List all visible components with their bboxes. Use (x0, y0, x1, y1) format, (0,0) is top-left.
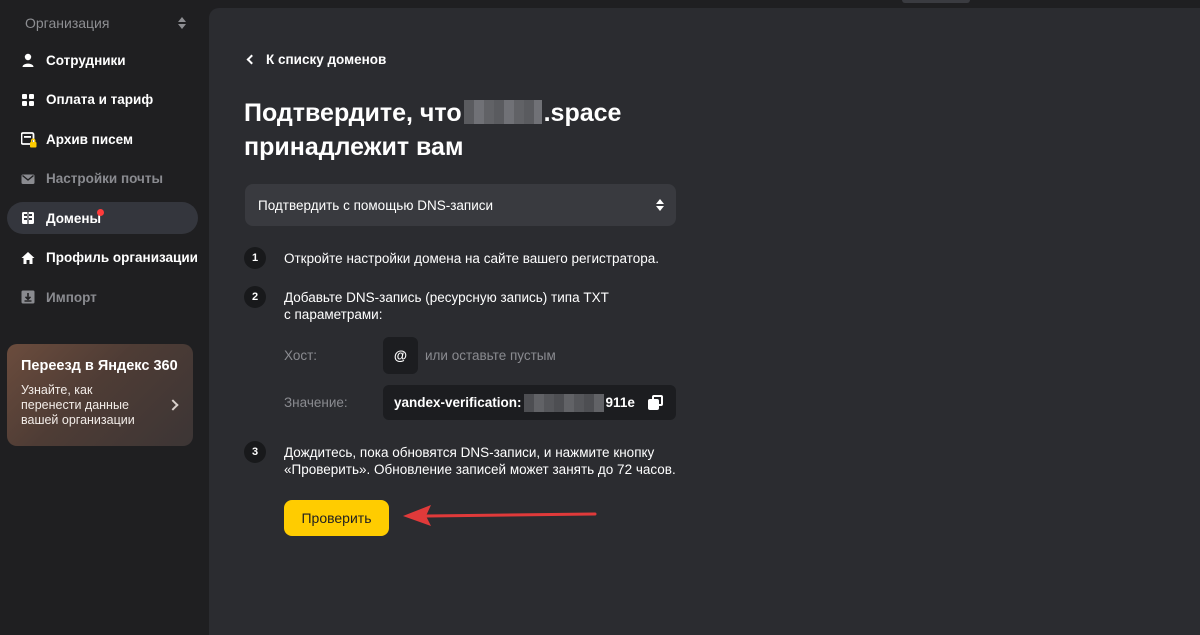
host-value-field[interactable]: @ (383, 337, 418, 374)
redacted-value (523, 393, 604, 412)
promo-title: Переезд в Яндекс 360 (21, 358, 178, 374)
sidebar-nav: Сотрудники Оплата и тариф Архив писем На… (7, 44, 198, 321)
title-part-3: принадлежит вам (244, 133, 464, 161)
sidebar-item-label: Архив писем (46, 131, 133, 147)
step-text: Дождитесь, пока обновятся DNS-записи, и … (284, 445, 655, 460)
top-handle (902, 0, 970, 3)
value-prefix: yandex-verification: (394, 395, 522, 410)
home-icon (21, 251, 35, 265)
main-panel: К списку доменов Подтвердите, что .space п… (209, 8, 1200, 635)
redacted-domain (463, 100, 542, 124)
grid-icon (21, 93, 35, 107)
value-label: Значение: (284, 395, 348, 410)
verification-method-select[interactable]: Подтвердить с помощью DNS-записи (245, 184, 676, 226)
host-hint: или оставьте пустым (425, 348, 556, 363)
sidebar-item-label: Настройки почты (46, 171, 164, 186)
host-label: Хост: (284, 348, 318, 363)
sidebar-item-label: Импорт (46, 289, 97, 305)
step-number: 1 (244, 247, 266, 269)
sort-updown-icon (656, 199, 664, 211)
step-text: «Проверить». Обновление записей может за… (284, 462, 676, 477)
title-part-2: .space (543, 99, 622, 127)
person-icon (21, 53, 35, 67)
sidebar-item-label: Профиль организации (46, 250, 198, 265)
step-text: с параметрами: (284, 307, 383, 322)
step-text: Добавьте DNS-запись (ресурсную запись) т… (284, 290, 609, 305)
sidebar-item-label: Домены (46, 210, 102, 226)
value-suffix: 911e (605, 395, 635, 410)
check-button[interactable]: Проверить (284, 500, 389, 536)
archive-lock-icon (20, 132, 37, 148)
step-number: 3 (244, 441, 266, 463)
chevron-right-icon (167, 399, 179, 411)
import-icon (21, 290, 35, 304)
sidebar-item-archive[interactable]: Архив писем (7, 123, 198, 155)
sidebar-item-import[interactable]: Импорт (7, 281, 198, 313)
promo-text: Узнайте, как перенести данные вашей орга… (21, 383, 135, 427)
sidebar: Организация Сотрудники Оплата и тариф Ар… (0, 0, 208, 635)
sidebar-item-mail-settings[interactable]: Настройки почты (7, 163, 198, 195)
sidebar-item-label: Сотрудники (46, 52, 126, 68)
mail-icon (21, 172, 35, 186)
select-value: Подтвердить с помощью DNS-записи (258, 197, 494, 213)
copy-icon[interactable] (648, 395, 664, 411)
sidebar-item-org-profile[interactable]: Профиль организации (7, 242, 198, 274)
sort-updown-icon (178, 17, 186, 29)
back-label: К списку доменов (266, 52, 387, 67)
page-title: Подтвердите, что .space принадлежит вам (244, 96, 664, 164)
domains-icon (21, 211, 35, 225)
title-part-1: Подтвердите, что (244, 99, 462, 127)
migration-promo-card[interactable]: Переезд в Яндекс 360 Узнайте, как перене… (7, 344, 193, 446)
notification-dot (97, 209, 104, 216)
sidebar-item-label: Оплата и тариф (46, 92, 154, 107)
sidebar-item-domains[interactable]: Домены (7, 202, 198, 234)
step-number: 2 (244, 286, 266, 308)
txt-value-field[interactable]: yandex-verification: 911e (383, 385, 676, 420)
step-text: Откройте настройки домена на сайте вашег… (284, 251, 659, 266)
chevron-left-icon (246, 54, 257, 65)
sidebar-item-employees[interactable]: Сотрудники (7, 44, 198, 76)
sidebar-item-billing[interactable]: Оплата и тариф (7, 84, 198, 116)
back-to-domains-link[interactable]: К списку доменов (245, 52, 386, 67)
annotation-arrow (403, 505, 597, 526)
organization-label: Организация (25, 15, 110, 31)
organization-switcher[interactable]: Организация (8, 8, 192, 38)
